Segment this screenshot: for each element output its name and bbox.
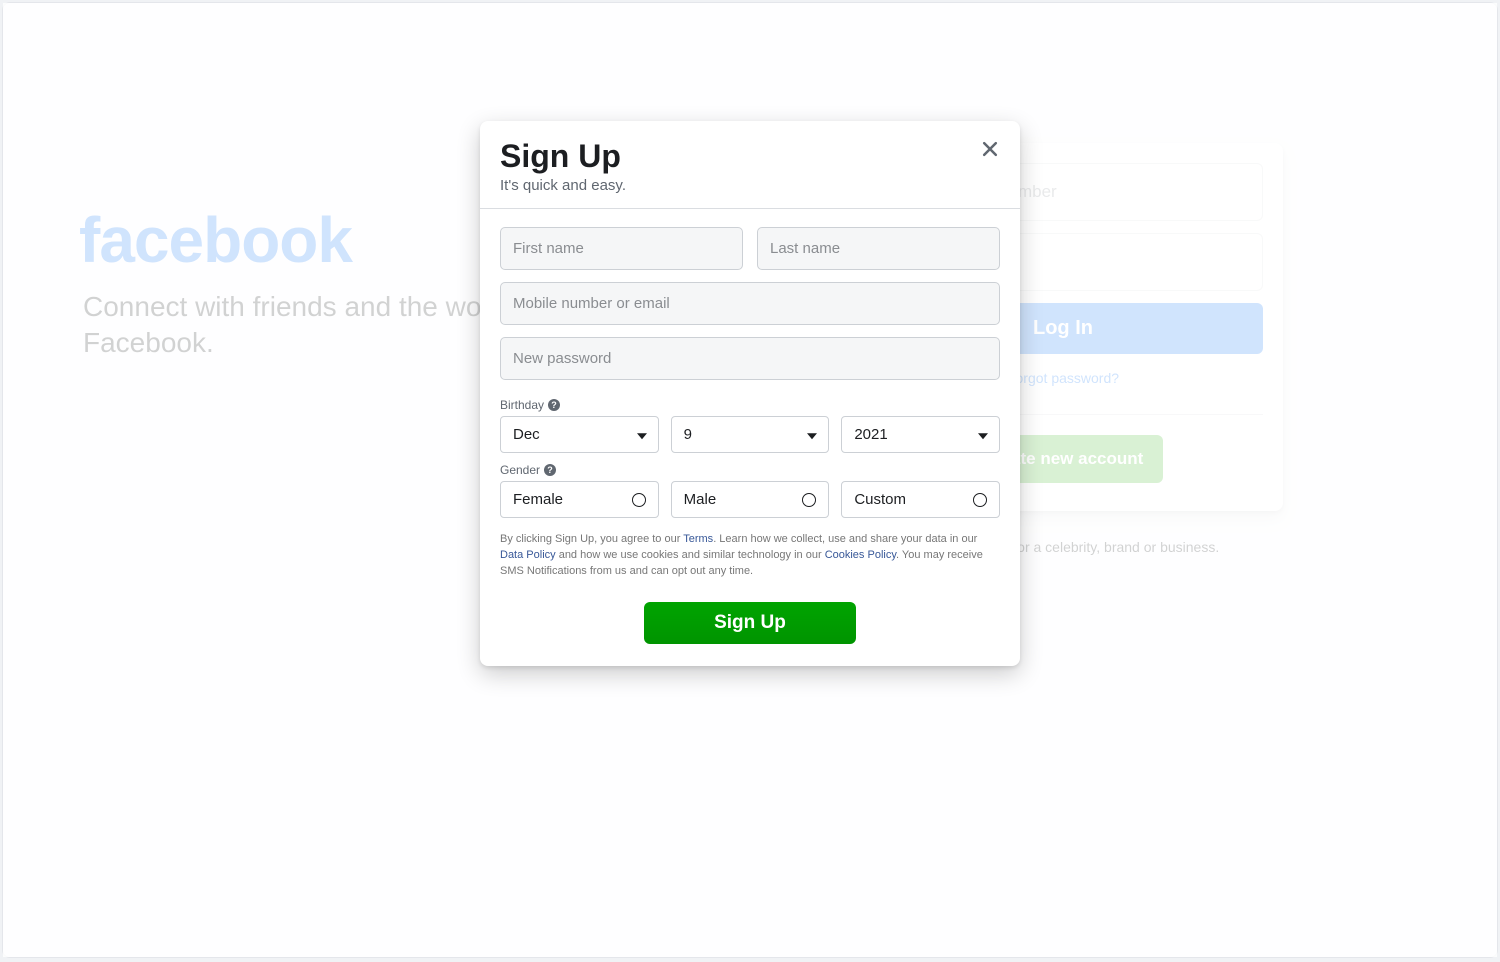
radio-icon bbox=[802, 493, 816, 507]
modal-overlay: Sign Up It's quick and easy. Birthday ? bbox=[3, 3, 1497, 957]
modal-title: Sign Up bbox=[500, 137, 1000, 175]
radio-icon bbox=[973, 493, 987, 507]
birthday-help-icon[interactable]: ? bbox=[548, 399, 560, 411]
gender-option-male[interactable]: Male bbox=[671, 481, 830, 518]
terms-link[interactable]: Terms bbox=[683, 533, 713, 545]
gender-option-female[interactable]: Female bbox=[500, 481, 659, 518]
close-button[interactable] bbox=[978, 137, 1002, 161]
signup-button[interactable]: Sign Up bbox=[644, 602, 856, 644]
new-password-input[interactable] bbox=[500, 337, 1000, 380]
birthday-label: Birthday ? bbox=[500, 398, 1000, 412]
gender-option-custom[interactable]: Custom bbox=[841, 481, 1000, 518]
modal-body: Birthday ? Dec 9 2021 Gender ? Female bbox=[480, 209, 1020, 666]
modal-subtitle: It's quick and easy. bbox=[500, 177, 1000, 194]
birthday-month-select[interactable]: Dec bbox=[500, 416, 659, 453]
gender-label: Gender ? bbox=[500, 463, 1000, 477]
contact-input[interactable] bbox=[500, 282, 1000, 325]
birthday-year-select[interactable]: 2021 bbox=[841, 416, 1000, 453]
gender-help-icon[interactable]: ? bbox=[544, 464, 556, 476]
cookies-policy-link[interactable]: Cookies Policy bbox=[825, 549, 896, 561]
first-name-input[interactable] bbox=[500, 227, 743, 270]
last-name-input[interactable] bbox=[757, 227, 1000, 270]
data-policy-link[interactable]: Data Policy bbox=[500, 549, 556, 561]
radio-icon bbox=[632, 493, 646, 507]
signup-modal: Sign Up It's quick and easy. Birthday ? bbox=[480, 121, 1020, 666]
close-icon bbox=[980, 139, 1000, 159]
birthday-day-select[interactable]: 9 bbox=[671, 416, 830, 453]
legal-text: By clicking Sign Up, you agree to our Te… bbox=[500, 532, 1000, 580]
modal-header: Sign Up It's quick and easy. bbox=[480, 121, 1020, 209]
